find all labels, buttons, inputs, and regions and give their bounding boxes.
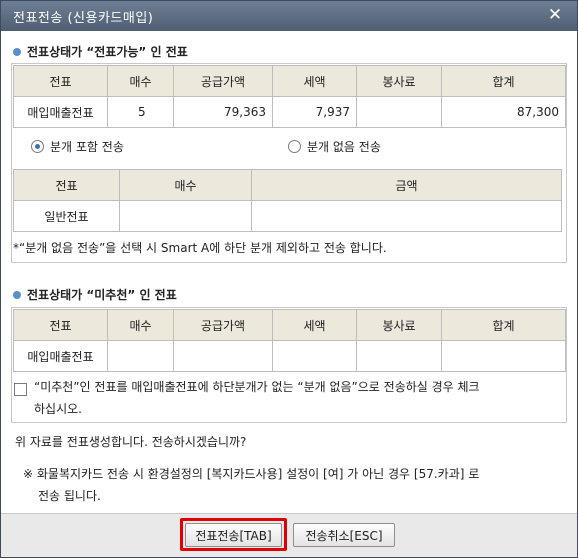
header-cell: 금액 xyxy=(251,169,562,201)
table-cell xyxy=(356,96,442,128)
info-note-line2: 전송 됩니다. xyxy=(38,489,101,503)
title-bar[interactable]: 전표전송 (신용카드매입) ✕ xyxy=(1,1,577,31)
table-cell: 7,937 xyxy=(272,96,357,128)
header-cell: 봉사료 xyxy=(356,65,442,97)
header-cell: 전표 xyxy=(13,169,120,201)
info-note: ※ 화물복지카드 전송 시 환경설정의 [복지카드사용] 설정이 [여] 가 아… xyxy=(23,463,563,507)
not-recommended-table: 전표 매수 공급가액 세액 봉사료 합계 매입매출전표 xyxy=(13,309,566,372)
no-journal-checkbox[interactable] xyxy=(14,383,27,396)
radio-include-journal[interactable]: 분개 포함 전송 xyxy=(31,138,124,155)
table-cell: 일반전표 xyxy=(13,200,120,232)
info-note-line1: ※ 화물복지카드 전송 시 환경설정의 [복지카드사용] 설정이 [여] 가 아… xyxy=(23,467,480,481)
cancel-button[interactable]: 전송취소[ESC] xyxy=(293,523,395,547)
table-row: 매입매출전표 xyxy=(13,340,566,372)
table-header-row: 전표 매수 공급가액 세액 봉사료 합계 xyxy=(13,309,566,341)
header-cell: 공급가액 xyxy=(173,309,273,341)
header-cell: 봉사료 xyxy=(356,309,442,341)
close-icon[interactable]: ✕ xyxy=(545,5,565,25)
header-cell: 전표 xyxy=(13,65,108,97)
table-cell xyxy=(107,340,174,372)
section-title-not-recommended: 전표상태가 “미추천” 인 전표 xyxy=(13,286,177,303)
header-cell: 합계 xyxy=(441,65,566,97)
table-cell xyxy=(272,340,357,372)
table-header-row: 전표 매수 공급가액 세액 봉사료 합계 xyxy=(13,65,566,97)
table-cell: 매입매출전표 xyxy=(13,340,108,372)
header-cell: 매수 xyxy=(119,169,252,201)
radio-unselected-icon[interactable] xyxy=(288,140,301,153)
header-cell: 세액 xyxy=(272,65,357,97)
table-cell xyxy=(173,340,273,372)
table-cell: 5 xyxy=(107,96,174,128)
bullet-icon xyxy=(13,47,21,56)
header-cell: 매수 xyxy=(107,309,174,341)
header-cell: 세액 xyxy=(272,309,357,341)
exclude-note: *“분개 없음 전송”을 선택 시 Smart A에 하단 분개 제외하고 전송… xyxy=(13,241,387,255)
section-title-text: 전표상태가 “미추천” 인 전표 xyxy=(27,288,177,302)
radio-selected-icon[interactable] xyxy=(31,140,44,153)
send-button[interactable]: 전표전송[TAB] xyxy=(185,523,282,547)
possible-table: 전표 매수 공급가액 세액 봉사료 합계 매입매출전표 5 79,363 7,9… xyxy=(13,65,566,128)
checkbox-label[interactable]: “미추천”인 전표를 매입매출전표에 하단분개가 없는 “분개 없음”으로 전송… xyxy=(34,376,564,420)
checkbox-label-line1: “미추천”인 전표를 매입매출전표에 하단분개가 없는 “분개 없음”으로 전송… xyxy=(34,380,480,394)
table-cell xyxy=(441,340,566,372)
section-title-possible: 전표상태가 “전표가능” 인 전표 xyxy=(13,43,188,60)
table-cell: 79,363 xyxy=(173,96,273,128)
header-cell: 합계 xyxy=(441,309,566,341)
table-header-row: 전표 매수 금액 xyxy=(13,169,562,201)
bullet-icon xyxy=(13,290,21,299)
header-cell: 매수 xyxy=(107,65,174,97)
button-bar xyxy=(1,513,577,557)
table-cell xyxy=(119,200,252,232)
header-cell: 전표 xyxy=(13,309,108,341)
radio-label: 분개 없음 전송 xyxy=(307,140,381,154)
table-cell xyxy=(251,200,562,232)
checkbox-label-line2: 하십시오. xyxy=(34,402,82,416)
window-title: 전표전송 (신용카드매입) xyxy=(13,10,154,26)
header-cell: 공급가액 xyxy=(173,65,273,97)
general-journal-table: 전표 매수 금액 일반전표 xyxy=(13,169,562,232)
table-cell: 매입매출전표 xyxy=(13,96,108,128)
radio-exclude-journal[interactable]: 분개 없음 전송 xyxy=(288,138,381,155)
table-cell xyxy=(356,340,442,372)
dialog-window: 전표전송 (신용카드매입) ✕ 전표상태가 “전표가능” 인 전표 전표 매수 … xyxy=(0,0,578,558)
table-row: 매입매출전표 5 79,363 7,937 87,300 xyxy=(13,96,566,128)
table-row: 일반전표 xyxy=(13,200,562,232)
section-title-text: 전표상태가 “전표가능” 인 전표 xyxy=(27,45,188,59)
table-cell: 87,300 xyxy=(441,96,566,128)
confirm-message: 위 자료를 전표생성합니다. 전송하시겠습니까? xyxy=(15,435,247,449)
radio-label: 분개 포함 전송 xyxy=(50,140,124,154)
